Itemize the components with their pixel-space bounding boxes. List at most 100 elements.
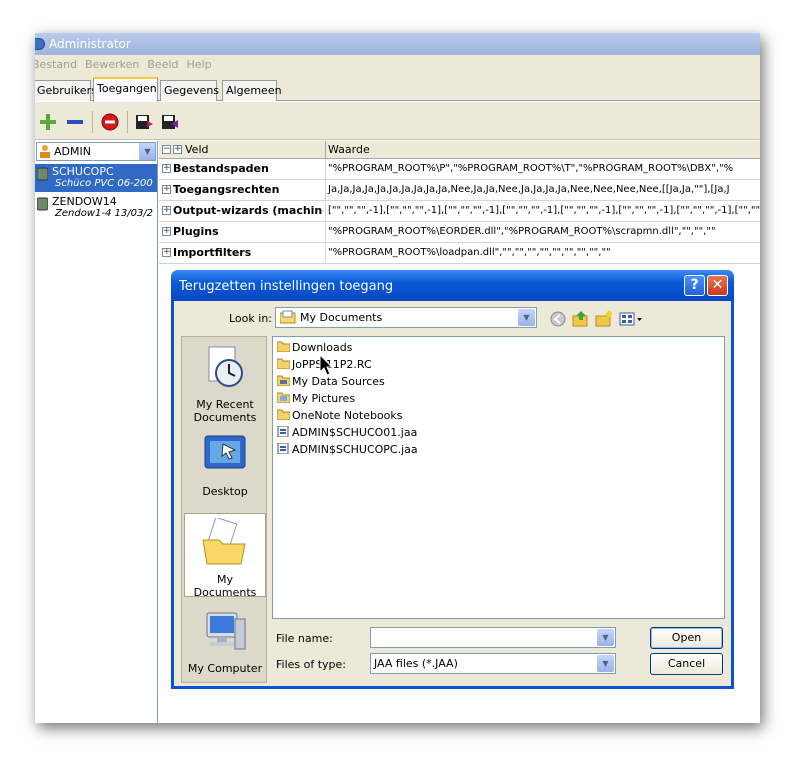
list-item[interactable]: Downloads [277,339,352,356]
my-computer-icon [206,612,246,650]
grid-row-value: ["","","",-1],["","","",-1],["","","",-1… [325,201,760,221]
place-label: My Computer [187,662,263,675]
window-titlebar[interactable]: Administrator [35,33,760,55]
toolbar-separator [92,111,93,133]
column-header-field[interactable]: Veld [185,141,208,158]
pictures-folder-icon [277,392,290,403]
user-select[interactable]: ADMIN ▼ [36,142,156,161]
grid-row[interactable]: + Plugins "%PROGRAM_ROOT%\EORDER.dll","%… [159,222,760,243]
connection-name: SCHUCOPC [52,165,114,178]
chevron-down-icon[interactable]: ▼ [518,309,535,326]
open-button[interactable]: Open [650,627,723,649]
new-folder-icon[interactable] [595,310,613,328]
expand-icon[interactable]: + [162,164,171,173]
save-icon[interactable] [134,112,154,132]
chevron-down-icon[interactable]: ▼ [597,655,614,672]
back-icon[interactable] [549,310,567,328]
grid-row[interactable]: + Importfilters "%PROGRAM_ROOT%\loadpan.… [159,243,760,264]
tab-gegevens[interactable]: Gegevens [160,80,219,101]
file-name: My Data Sources [292,375,385,388]
places-bar: My Recent Documents Desktop My Documents… [181,336,267,683]
tab-toegangen[interactable]: Toegangen [93,77,158,102]
place-my-documents[interactable]: My Documents [184,513,266,599]
menu-bestand[interactable]: Bestand [35,58,77,71]
menu-bar: Bestand Bewerken Beeld Help [35,55,760,75]
tab-strip: Gebruikers Toegangen Gegevens Algemeen [35,75,760,102]
file-list[interactable]: Downloads JoPPS 11P2.RC My Data Sources … [272,336,725,619]
user-icon [40,145,50,158]
up-folder-icon[interactable] [572,310,590,328]
expand-icon[interactable]: + [162,248,171,257]
chevron-down-icon[interactable]: ▼ [139,143,155,160]
add-icon[interactable] [38,112,58,132]
my-documents-icon [202,516,246,565]
tab-gebruikers[interactable]: Gebruikers [35,80,97,101]
grid-header: − + Veld Waarde [159,141,760,159]
user-select-value: ADMIN [54,145,91,158]
tab-algemeen[interactable]: Algemeen [222,80,282,101]
column-header-value[interactable]: Waarde [325,141,370,159]
expand-icon[interactable]: + [162,185,171,194]
list-item[interactable]: My Pictures [277,390,355,407]
grid-row[interactable]: + Output-wizards (machinest ["","","",-1… [159,201,760,222]
list-item[interactable]: OneNote Notebooks [277,407,403,424]
expand-icon[interactable]: + [162,206,171,215]
view-menu-icon[interactable] [619,310,645,328]
toolbar-separator [127,111,128,133]
menu-beeld[interactable]: Beeld [147,58,178,71]
file-name-label: File name: [276,632,333,645]
file-name: OneNote Notebooks [292,409,403,422]
grid-row[interactable]: + Bestandspaden "%PROGRAM_ROOT%\P","%PRO… [159,159,760,180]
file-name: ADMIN$SCHUCO01.jaa [292,426,418,439]
place-my-computer[interactable]: My Computer [184,607,266,675]
grid-row-value: "%PROGRAM_ROOT%\P","%PROGRAM_ROOT%\T","%… [325,159,760,179]
menu-help[interactable]: Help [187,58,212,71]
file-icon [277,426,289,437]
place-desktop[interactable]: Desktop [184,430,266,498]
connection-item-zendow14[interactable]: ZENDOW14 Zendow1-4 13/03/2 [35,194,157,222]
file-name-input[interactable]: ▼ [370,627,616,648]
grid-row-value: "%PROGRAM_ROOT%\loadpan.dll","","","",""… [325,243,760,263]
connections-panel: ADMIN ▼ SCHUCOPC Schüco PVC 06-200 ZENDO… [35,141,158,723]
folder-icon [277,341,290,352]
toolbar [35,102,760,140]
place-label: My Recent Documents [193,398,257,424]
place-my-recent-documents[interactable]: My Recent Documents [184,343,266,424]
menu-bewerken[interactable]: Bewerken [85,58,139,71]
grid-row-key: Output-wizards (machinest [173,204,323,217]
restore-icon[interactable] [160,112,180,132]
desktop-icon [204,435,246,469]
expand-icon[interactable]: + [162,227,171,236]
list-item[interactable]: ADMIN$SCHUCOPC.jaa [277,441,418,458]
folder-icon [277,409,290,420]
grid-row-value: "%PROGRAM_ROOT%\EORDER.dll","%PROGRAM_RO… [325,222,760,242]
chevron-down-icon[interactable]: ▼ [597,629,614,646]
stop-icon[interactable] [100,112,120,132]
grid-row-key: Importfilters [173,246,252,259]
file-icon [277,443,289,454]
list-item[interactable]: ADMIN$SCHUCO01.jaa [277,424,417,441]
help-button[interactable]: ? [684,275,705,296]
grid-row-value: Ja,Ja,Ja,Ja,Ja,Ja,Ja,Ja,Ja,Ja,Nee,Ja,Ja,… [325,180,760,200]
expand-all-icon[interactable]: + [173,145,182,154]
grid-row-key: Plugins [173,225,219,238]
mouse-cursor-icon [319,354,334,376]
cancel-button[interactable]: Cancel [650,653,723,675]
remove-icon[interactable] [65,112,85,132]
app-icon [35,38,45,50]
my-documents-icon [280,310,296,324]
connection-name: ZENDOW14 [52,195,117,208]
special-folder-icon [277,375,290,386]
connection-item-schucopc[interactable]: SCHUCOPC Schüco PVC 06-200 [35,164,157,192]
dialog-titlebar[interactable]: Terugzetten instellingen toegang ? ✕ [171,270,734,301]
file-type-label: Files of type: [276,658,347,671]
grid-row[interactable]: + Toegangsrechten Ja,Ja,Ja,Ja,Ja,Ja,Ja,J… [159,180,760,201]
dialog-title: Terugzetten instellingen toegang [179,279,394,294]
place-label: My Documents [193,573,257,599]
close-button[interactable]: ✕ [707,275,728,296]
file-name: ADMIN$SCHUCOPC.jaa [292,443,418,456]
collapse-all-icon[interactable]: − [162,145,171,154]
file-type-select[interactable]: JAA files (*.JAA) ▼ [370,653,616,674]
connection-description: Zendow1-4 13/03/2 [55,208,154,219]
look-in-select[interactable]: My Documents ▼ [275,307,537,328]
